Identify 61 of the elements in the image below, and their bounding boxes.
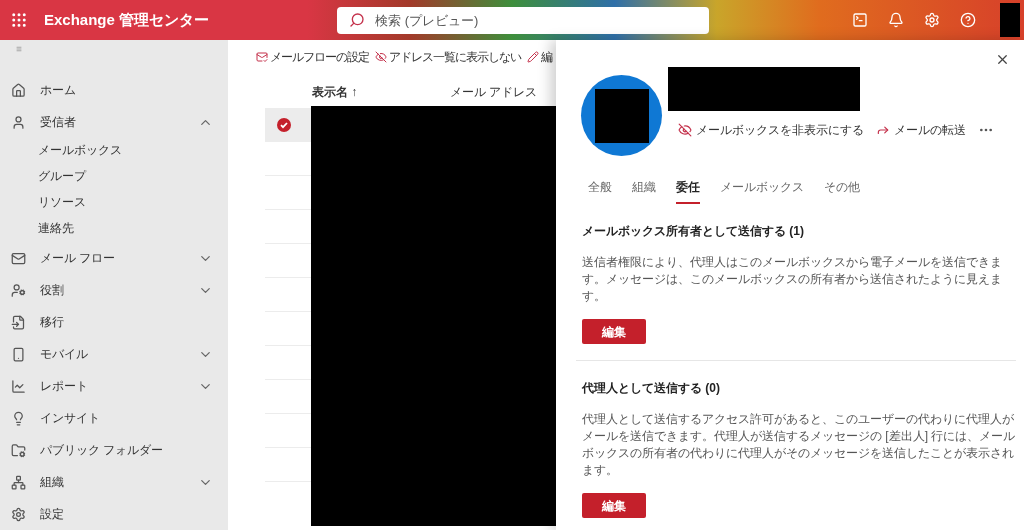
app-title: Exchange 管理センター xyxy=(44,9,210,30)
section-heading: 代理人として送信する (0) xyxy=(582,380,721,397)
action-button[interactable]: メールの転送 xyxy=(876,121,966,139)
pencil-icon xyxy=(527,51,539,63)
toolbar-button[interactable]: メールフローの設定 xyxy=(256,48,369,66)
nav-item[interactable]: インサイト xyxy=(0,402,228,434)
lightbulb-icon xyxy=(11,410,26,426)
home-icon xyxy=(11,82,26,98)
nav-item[interactable]: メール フロー xyxy=(0,242,228,274)
line-chart-icon xyxy=(11,378,26,394)
settings-icon xyxy=(11,506,26,522)
forward-icon xyxy=(876,123,890,137)
nav-subitem[interactable]: 連絡先 xyxy=(0,216,228,242)
terminal-icon[interactable] xyxy=(852,12,868,28)
nav-subitem[interactable]: リソース xyxy=(0,190,228,216)
nav-item[interactable]: ホーム xyxy=(0,74,228,106)
close-icon[interactable] xyxy=(995,52,1010,67)
tab[interactable]: その他 xyxy=(824,178,860,204)
envelope-icon xyxy=(11,250,26,266)
nav-item[interactable]: レポート xyxy=(0,370,228,402)
section-heading: メールボックス所有者として送信する (1) xyxy=(582,223,805,240)
person-gear-icon xyxy=(11,282,26,298)
phone-icon xyxy=(11,346,26,362)
section-description: 代理人として送信するアクセス許可があると、このユーザーの代わりに代理人がメールを送信できます。代理人が送信するメッセージの [差出人] 行には、メールボックスの所有者の代わりに代理人がそのメッセージを送信したことが表示されます。 xyxy=(582,411,1016,479)
nav-item[interactable]: パブリック フォルダー xyxy=(0,434,228,466)
tab[interactable]: 組織 xyxy=(632,178,656,204)
tab[interactable]: メールボックス xyxy=(720,178,804,204)
nav-item[interactable]: 移行 xyxy=(0,306,228,338)
envelope-icon xyxy=(256,51,268,63)
column-header[interactable]: メール アドレス xyxy=(450,83,538,101)
eye-off-icon xyxy=(375,51,387,63)
person-icon xyxy=(11,114,26,130)
redaction-block xyxy=(594,88,649,143)
check-circle-icon xyxy=(277,117,291,132)
toolbar-button[interactable]: 編 xyxy=(527,48,552,66)
nav-item[interactable]: モバイル xyxy=(0,338,228,370)
action-button[interactable]: メールボックスを非表示にする xyxy=(678,121,864,139)
eye-off-icon xyxy=(678,123,692,137)
app-launcher-icon[interactable] xyxy=(10,11,28,29)
nav-subitem[interactable]: グループ xyxy=(0,164,228,190)
nav-item[interactable]: 受信者 xyxy=(0,106,228,138)
bell-icon[interactable] xyxy=(888,12,904,28)
hierarchy-icon xyxy=(11,474,26,490)
tab[interactable]: 全般 xyxy=(588,178,612,204)
folder-icon xyxy=(11,442,26,458)
help-icon[interactable] xyxy=(960,12,976,28)
nav-item[interactable]: 組織 xyxy=(0,466,228,498)
edit-button[interactable]: 編集 xyxy=(582,319,646,344)
nav-item[interactable]: 役割 xyxy=(0,274,228,306)
settings-icon[interactable] xyxy=(924,12,940,28)
tab[interactable]: 委任 xyxy=(676,178,700,204)
nav-item[interactable]: 設定 xyxy=(0,498,228,530)
column-header[interactable]: 表示名 ↑ xyxy=(312,83,450,101)
search-icon xyxy=(349,11,366,28)
document-icon xyxy=(11,314,26,330)
edit-button[interactable]: 編集 xyxy=(582,493,646,518)
section-description: 送信者権限により、代理人はこのメールボックスから電子メールを送信できます。メッセージは、このメールボックスの所有者から送信されたように見えます。 xyxy=(582,254,1003,305)
redaction-block xyxy=(1000,3,1020,37)
nav-subitem[interactable]: メールボックス xyxy=(0,138,228,164)
search-field[interactable]: 検索 (プレビュー) xyxy=(337,6,710,34)
toolbar-button[interactable]: アドレス一覧に表示しない xyxy=(375,48,521,66)
